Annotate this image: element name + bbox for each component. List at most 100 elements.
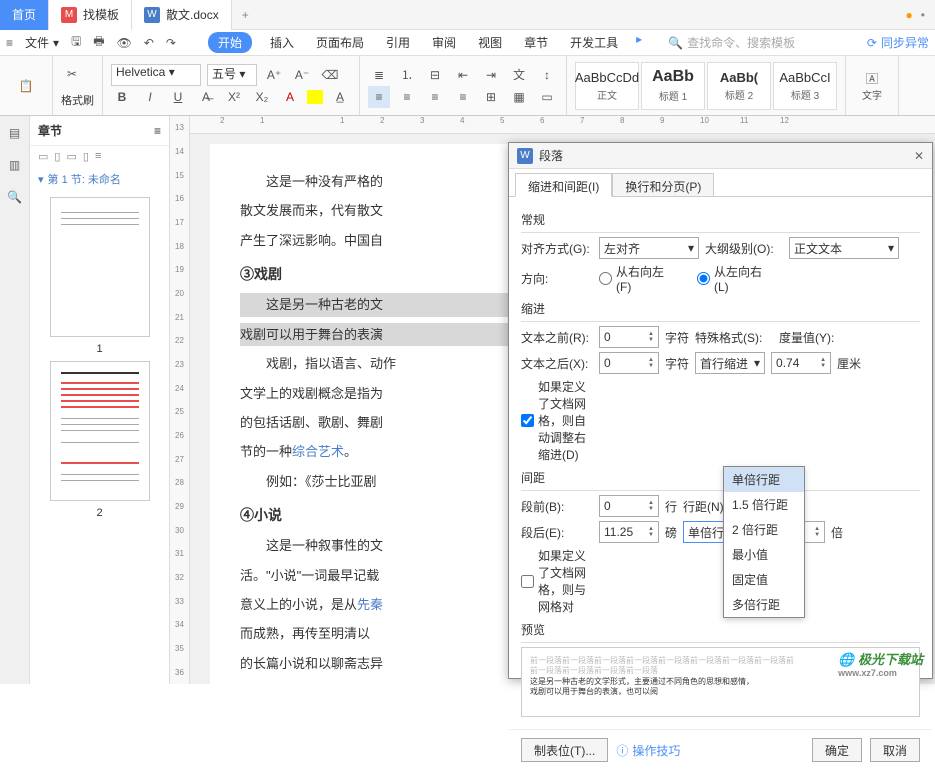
- dialog-titlebar[interactable]: W 段落 ✕: [509, 143, 932, 169]
- font-select[interactable]: Helvetica ▾: [111, 64, 201, 86]
- section-header[interactable]: ▾ 第 1 节: 未命名: [30, 167, 169, 191]
- grid-checkbox[interactable]: 如果定义了文档网格，则与网格对: [521, 547, 593, 615]
- superscript-icon[interactable]: X²: [223, 86, 245, 108]
- ribbon-search[interactable]: 🔍 查找命令、搜索模板: [668, 34, 795, 51]
- align-left-icon[interactable]: ≡: [368, 86, 390, 108]
- page-thumb-2[interactable]: [50, 361, 150, 501]
- sync-button[interactable]: ⟳ 同步异常: [867, 34, 929, 51]
- menu-list-icon[interactable]: ≡: [6, 36, 13, 50]
- cancel-button[interactable]: 取消: [870, 738, 920, 762]
- ribbon-tab-insert[interactable]: 插入: [266, 32, 298, 53]
- text-direction-icon[interactable]: 文: [508, 64, 530, 86]
- para-6: 戏剧，指以语言、动作: [266, 356, 396, 371]
- rail-thumbs-icon[interactable]: ▤: [4, 122, 26, 144]
- underline-icon[interactable]: U: [167, 86, 189, 108]
- style-heading2[interactable]: AaBb( 标题 2: [707, 62, 771, 110]
- style-more-button[interactable]: 🄰 文字: [854, 62, 890, 110]
- print-icon[interactable]: 🖶: [93, 32, 104, 53]
- dialog-tab-indent[interactable]: 缩进和间距(I): [515, 173, 612, 197]
- undo-icon[interactable]: ↶: [144, 36, 154, 50]
- strike-icon[interactable]: A̶: [195, 86, 217, 108]
- close-icon[interactable]: ✕: [914, 149, 924, 163]
- side-tool-1[interactable]: ▭: [38, 150, 48, 163]
- align-right-icon[interactable]: ≡: [424, 86, 446, 108]
- bold-icon[interactable]: B: [111, 86, 133, 108]
- link-comprehensive-art[interactable]: 综合艺术: [292, 444, 344, 459]
- align-justify-icon[interactable]: ≡: [452, 86, 474, 108]
- tips-link[interactable]: ⓘ 操作技巧: [616, 742, 680, 759]
- ribbon-tab-layout[interactable]: 页面布局: [312, 32, 368, 53]
- dd-item-fixed[interactable]: 固定值: [724, 567, 804, 592]
- font-size-select[interactable]: 五号 ▾: [207, 64, 257, 86]
- ok-button[interactable]: 确定: [812, 738, 862, 762]
- dd-item-min[interactable]: 最小值: [724, 542, 804, 567]
- text-after-spinner[interactable]: 0▲▼: [599, 352, 659, 374]
- distribute-icon[interactable]: ⊞: [480, 86, 502, 108]
- redo-icon[interactable]: ↷: [166, 36, 176, 50]
- after-spinner[interactable]: 11.25▲▼: [599, 521, 659, 543]
- subscript-icon[interactable]: X₂: [251, 86, 273, 108]
- outline-select[interactable]: 正文文本▾: [789, 237, 899, 259]
- style-normal[interactable]: AaBbCcDd 正文: [575, 62, 639, 110]
- number-list-icon[interactable]: ⒈: [396, 64, 418, 86]
- thumb-label-2: 2: [30, 507, 169, 519]
- page-thumb-1[interactable]: [50, 197, 150, 337]
- direction-rtl-radio[interactable]: 从右向左(F): [599, 263, 671, 294]
- tab-template[interactable]: M 找模板: [49, 0, 132, 30]
- style-heading3[interactable]: AaBbCcI 标题 3: [773, 62, 837, 110]
- increase-font-icon[interactable]: A⁺: [263, 64, 285, 86]
- tab-add-button[interactable]: +: [232, 8, 259, 22]
- ribbon-tab-view[interactable]: 视图: [474, 32, 506, 53]
- style-heading1[interactable]: AaBb 标题 1: [641, 62, 705, 110]
- font-color-icon[interactable]: A: [279, 86, 301, 108]
- line-spacing-icon[interactable]: ↕: [536, 64, 558, 86]
- before-spinner[interactable]: 0▲▼: [599, 495, 659, 517]
- dialog-tab-linebreak[interactable]: 换行和分页(P): [612, 173, 714, 196]
- text-before-spinner[interactable]: 0▲▼: [599, 326, 659, 348]
- rail-outline-icon[interactable]: ▥: [4, 154, 26, 176]
- side-tool-3[interactable]: ▭: [66, 150, 76, 163]
- shading-icon[interactable]: ▦: [508, 86, 530, 108]
- rail-search-icon[interactable]: 🔍: [4, 186, 26, 208]
- measure-spinner[interactable]: 0.74▲▼: [771, 352, 831, 374]
- side-tool-2[interactable]: ▯: [54, 150, 60, 163]
- align-center-icon[interactable]: ≡: [396, 86, 418, 108]
- dd-item-1-5[interactable]: 1.5 倍行距: [724, 492, 804, 517]
- link-preqin[interactable]: 先秦: [357, 597, 383, 612]
- ribbon-tab-section[interactable]: 章节: [520, 32, 552, 53]
- ribbon-tab-devtools[interactable]: 开发工具: [566, 32, 622, 53]
- increase-indent-icon[interactable]: ⇥: [480, 64, 502, 86]
- save-icon[interactable]: 🖫: [71, 32, 81, 53]
- direction-ltr-radio[interactable]: 从左向右(L): [697, 263, 769, 294]
- side-tool-4[interactable]: ▯: [83, 150, 89, 163]
- tab-home[interactable]: 首页: [0, 0, 49, 30]
- tab-document[interactable]: W 散文.docx: [132, 0, 232, 30]
- highlight-icon[interactable]: [307, 90, 323, 104]
- preview-icon[interactable]: 👁: [117, 36, 132, 50]
- ribbon-tab-review[interactable]: 审阅: [428, 32, 460, 53]
- paste-button[interactable]: 📋: [8, 62, 44, 110]
- clear-format-icon[interactable]: ⌫: [319, 64, 341, 86]
- auto-indent-checkbox[interactable]: 如果定义了文档网格，则自动调整右缩进(D): [521, 378, 593, 463]
- char-style-icon[interactable]: A̲: [329, 86, 351, 108]
- align-select[interactable]: 左对齐▾: [599, 237, 699, 259]
- decrease-indent-icon[interactable]: ⇤: [452, 64, 474, 86]
- ribbon-more-icon[interactable]: ▸: [636, 32, 642, 53]
- bullet-list-icon[interactable]: ≣: [368, 64, 390, 86]
- side-tool-5[interactable]: ≡: [95, 150, 101, 163]
- tabs-button[interactable]: 制表位(T)...: [521, 738, 608, 762]
- text-after-unit: 字符: [665, 355, 689, 372]
- cut-icon[interactable]: ✂: [61, 63, 83, 85]
- ribbon-tab-reference[interactable]: 引用: [382, 32, 414, 53]
- file-menu[interactable]: 文件 ▾: [25, 34, 59, 51]
- decrease-font-icon[interactable]: A⁻: [291, 64, 313, 86]
- multilevel-list-icon[interactable]: ⊟: [424, 64, 446, 86]
- dd-item-single[interactable]: 单倍行距: [724, 467, 804, 492]
- dd-item-2[interactable]: 2 倍行距: [724, 517, 804, 542]
- border-icon[interactable]: ▭: [536, 86, 558, 108]
- ribbon-tab-start[interactable]: 开始: [208, 32, 252, 53]
- italic-icon[interactable]: I: [139, 86, 161, 108]
- side-panel-menu-icon[interactable]: ≡: [154, 124, 161, 138]
- special-select[interactable]: 首行缩进▾: [695, 352, 765, 374]
- dd-item-multi[interactable]: 多倍行距: [724, 592, 804, 617]
